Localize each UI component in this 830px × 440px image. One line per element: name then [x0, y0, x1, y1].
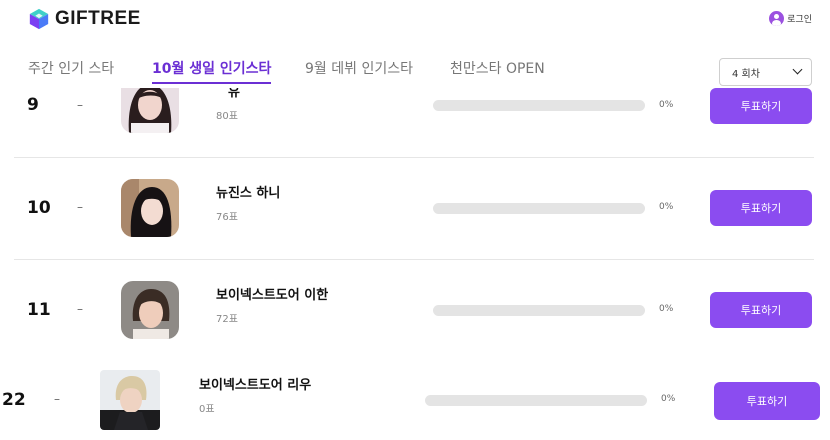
rank-change: –	[77, 200, 83, 214]
vote-count: 0표	[199, 404, 215, 415]
rank-number: 22	[2, 390, 26, 410]
vote-percent: 0%	[659, 202, 674, 212]
ranking-row: 10 – 뉴진스 하니 76표 0% 투표하기	[0, 158, 830, 258]
vote-percent: 0%	[659, 100, 674, 110]
rank-number: 10	[27, 198, 51, 218]
round-select[interactable]: 4 회차	[719, 58, 812, 86]
tab-september-debut[interactable]: 9월 데뷔 인기스타	[305, 58, 413, 78]
vote-count: 80표	[216, 111, 238, 122]
tab-october-birthday[interactable]: 10월 생일 인기스타	[152, 58, 272, 84]
vote-button[interactable]: 투표하기	[710, 292, 812, 328]
vote-percent: 0%	[659, 304, 674, 314]
ranking-row: 11 – 보이넥스트도어 이한 72표 0% 투표하기	[0, 260, 830, 360]
vote-button[interactable]: 투표하기	[714, 382, 820, 420]
header: GIFTREE 로그인	[0, 0, 830, 40]
login-label: 로그인	[787, 15, 812, 25]
star-avatar[interactable]	[121, 281, 179, 339]
star-name: 뉴진스 하니	[216, 186, 281, 201]
user-icon	[769, 11, 785, 26]
rank-change: –	[77, 98, 83, 112]
tab-weekly-star[interactable]: 주간 인기 스타	[28, 58, 114, 78]
rank-change: –	[54, 392, 60, 406]
tab-ten-million-star[interactable]: 천만스타 OPEN	[450, 58, 545, 78]
star-avatar[interactable]	[100, 370, 160, 430]
vote-percent: 0%	[661, 394, 676, 404]
rank-number: 11	[27, 300, 51, 320]
login-button[interactable]: 로그인	[769, 11, 812, 26]
vote-progress-bar	[425, 395, 647, 406]
vote-progress-bar	[433, 305, 645, 316]
ranking-row: 9 – 유 80표 0% 투표하기	[0, 88, 830, 158]
vote-progress-bar	[433, 203, 645, 214]
vote-count: 72표	[216, 314, 238, 325]
logo-cube-icon	[29, 8, 49, 30]
round-select-value: 4 회차	[732, 68, 760, 80]
star-avatar[interactable]	[121, 179, 179, 237]
rank-change: –	[77, 302, 83, 316]
ranking-row: 22 – 보이넥스트도어 리우 0표 0% 투표하기	[0, 350, 830, 440]
ranking-list: 9 – 유 80표 0% 투표하기 10 – 뉴진스 하니 76표 0% 투표하…	[0, 88, 830, 440]
star-name: 보이넥스트도어 이한	[216, 288, 329, 303]
vote-button[interactable]: 투표하기	[710, 88, 812, 124]
giftree-logo[interactable]: GIFTREE	[28, 8, 141, 30]
brand-name: GIFTREE	[55, 8, 141, 29]
vote-button[interactable]: 투표하기	[710, 190, 812, 226]
star-avatar[interactable]	[121, 88, 179, 133]
chevron-down-icon	[792, 64, 803, 75]
rank-number: 9	[27, 95, 39, 115]
vote-progress-bar	[433, 100, 645, 111]
star-name: 보이넥스트도어 리우	[199, 378, 312, 393]
star-name: 유	[228, 88, 240, 100]
vote-count: 76표	[216, 212, 238, 223]
